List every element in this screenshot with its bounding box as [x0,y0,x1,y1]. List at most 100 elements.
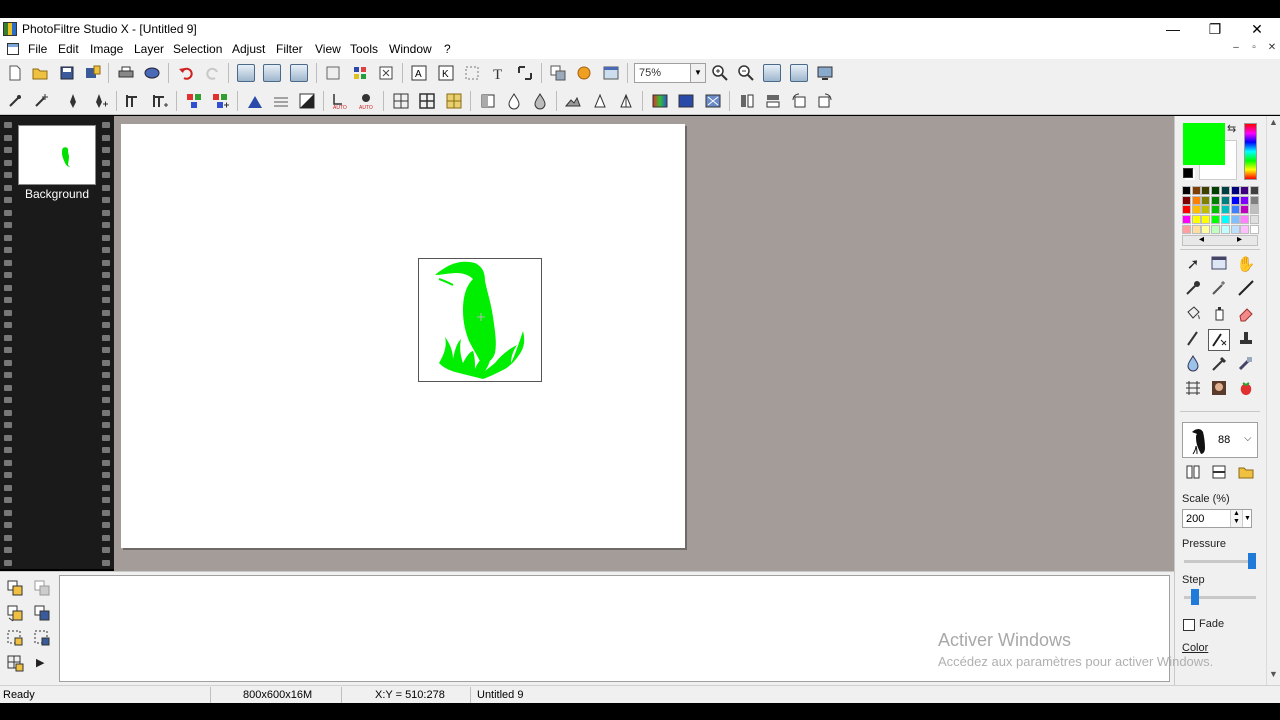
layer-duplicate-icon[interactable] [33,579,51,597]
scan-icon[interactable] [143,64,161,82]
palette-prev-icon[interactable]: ◂ [1199,234,1204,245]
color-swatch[interactable] [1230,195,1240,205]
color-swatch[interactable] [1230,205,1240,215]
magic-wand-add-icon[interactable] [6,92,24,110]
menu-help[interactable]: ? [444,42,451,56]
print-icon[interactable] [117,64,135,82]
curves-icon[interactable] [272,92,290,110]
menu-filter[interactable]: Filter [276,42,303,56]
magic-wand-tool-icon[interactable] [1208,279,1230,301]
rotate-right-icon[interactable] [816,92,834,110]
document-icon[interactable] [7,43,19,55]
color-swatch[interactable] [1249,186,1259,195]
color-swatch[interactable] [1191,224,1201,234]
save-icon[interactable] [58,64,76,82]
menu-image[interactable]: Image [90,42,123,56]
blur-filter-icon[interactable] [392,92,410,110]
layer-manager-icon[interactable] [549,64,567,82]
menu-selection[interactable]: Selection [173,42,222,56]
advanced-brush-tool-icon[interactable] [1208,329,1230,351]
color-swatch[interactable] [1249,215,1259,225]
effects-icon[interactable] [704,92,722,110]
image-size-icon[interactable] [263,64,281,82]
layer-grid-icon[interactable] [6,654,24,672]
spray-tool-icon[interactable] [1208,304,1230,326]
color-swatch[interactable] [1211,186,1221,195]
color-swatch[interactable] [1240,224,1250,234]
color-swatch[interactable] [1211,215,1221,225]
fade-checkbox[interactable] [1183,619,1195,631]
triangle-filter-alt-icon[interactable] [617,92,635,110]
layer-new-icon[interactable] [6,579,24,597]
pen-point-icon[interactable] [64,92,82,110]
close-button[interactable]: ✕ [1236,18,1278,40]
brush-save-icon[interactable] [1208,463,1230,485]
doc-restore-button[interactable]: ▫ [1246,42,1262,53]
brush-open-icon[interactable] [1235,463,1257,485]
stamp-tool-icon[interactable] [1235,329,1257,351]
strawberry-tool-icon[interactable] [1235,379,1257,401]
color-swatch[interactable] [1240,205,1250,215]
layer-select-icon[interactable] [6,629,24,647]
doc-close-button[interactable]: ✕ [1264,42,1280,53]
blue-filter-icon[interactable] [677,92,695,110]
pressure-slider-thumb[interactable] [1248,553,1257,569]
image-canvas[interactable] [121,124,685,548]
scale-spinner[interactable]: ▲ ▼ [1230,510,1242,527]
hand-tool-icon[interactable]: ✋ [1235,254,1257,276]
preview-window-icon[interactable] [602,64,620,82]
color-swatch[interactable] [1230,186,1240,195]
color-swatch[interactable] [1182,205,1191,215]
contrast-icon[interactable] [298,92,316,110]
selection-rect-icon[interactable] [324,64,342,82]
layer-save-icon[interactable] [33,604,51,622]
rotate-left-icon[interactable] [790,92,808,110]
color-swatch[interactable] [1220,205,1230,215]
align-options-icon[interactable] [151,92,169,110]
full-screen-icon[interactable] [816,64,834,82]
actual-size-icon[interactable] [790,64,808,82]
color-swatch[interactable] [1191,215,1201,225]
expand-arrow-icon[interactable]: ▶ [36,656,44,669]
menu-window[interactable]: Window [389,42,432,56]
text-tool-icon[interactable]: T [490,64,508,83]
pen-point-add-icon[interactable] [91,92,109,110]
grid-icon[interactable] [351,64,369,82]
default-colors-icon[interactable] [1183,168,1193,178]
new-file-icon[interactable] [6,64,24,82]
pointer-tool-icon[interactable]: ➚ [1182,254,1204,276]
scroll-up-icon[interactable]: ▲ [1269,117,1278,127]
menu-file[interactable]: File [28,42,47,56]
swap-colors-icon[interactable]: ⇆ [1227,122,1236,135]
color-swatch[interactable] [1220,224,1230,234]
drop-dark-icon[interactable] [531,92,549,110]
crop-icon[interactable] [377,64,395,82]
heron-brush-stamp[interactable] [418,258,542,382]
selection-tool-icon[interactable] [1208,254,1230,276]
eyedropper-tool-icon[interactable] [1182,279,1204,301]
flip-horizontal-icon[interactable] [738,92,756,110]
scale-input[interactable]: 200 ▲ ▼ ▼ [1182,509,1252,528]
fill-bucket-tool-icon[interactable] [1182,304,1204,326]
text-frame-icon[interactable]: A [410,64,428,82]
hue-spectrum-bar[interactable] [1244,123,1257,180]
color-swatch[interactable] [1211,195,1221,205]
minimize-button[interactable]: — [1152,18,1194,40]
restore-button[interactable]: ❐ [1194,18,1236,40]
rgb-channels-icon[interactable] [185,92,203,110]
eraser-tool-icon[interactable] [1235,304,1257,326]
color-swatch[interactable] [1201,224,1211,234]
brush-dropdown-arrow-icon[interactable]: ⌵ [1244,433,1252,444]
zoom-out-icon[interactable] [737,64,755,82]
color-swatch[interactable] [1201,186,1211,195]
auto-levels-icon[interactable]: AUTO [331,92,349,111]
color-swatch[interactable] [1249,195,1259,205]
automation-icon[interactable] [575,64,593,82]
drop-icon[interactable] [505,92,523,110]
blur-drop-tool-icon[interactable] [1182,354,1204,376]
text-frame-alt-icon[interactable]: K [437,64,455,82]
color-swatch[interactable] [1211,224,1221,234]
zoom-in-icon[interactable] [711,64,729,82]
color-swatch[interactable] [1230,224,1240,234]
color-swatch[interactable] [1240,186,1250,195]
